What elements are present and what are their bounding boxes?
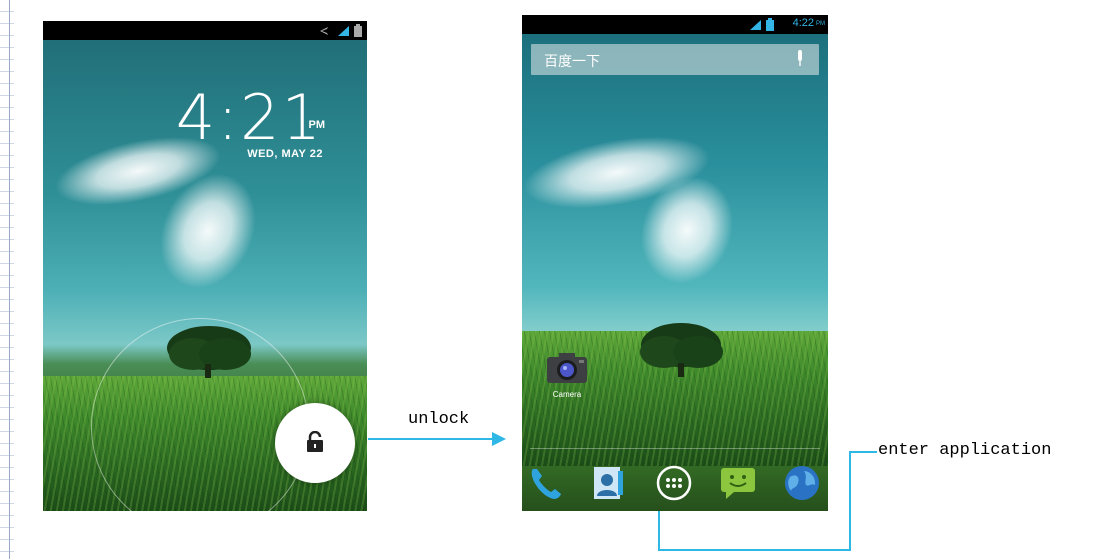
lock-clock-ampm: PM bbox=[308, 119, 326, 131]
home-screen: 4:22 PM 百度一下 Camera bbox=[522, 15, 828, 511]
app-drawer-icon[interactable] bbox=[654, 463, 694, 503]
camera-label: Camera bbox=[552, 390, 582, 399]
lock-date: WED, MAY 22 bbox=[247, 148, 323, 160]
ruler-margin bbox=[0, 0, 14, 559]
dock-divider bbox=[530, 448, 820, 449]
connector-up bbox=[849, 451, 851, 551]
phone-icon[interactable] bbox=[526, 463, 566, 503]
unlock-annotation: unlock bbox=[408, 410, 470, 429]
lock-screen: 4:21 PM WED, MAY 22 bbox=[43, 21, 367, 511]
messaging-icon[interactable] bbox=[718, 463, 758, 503]
connector-bottom bbox=[658, 549, 851, 551]
battery-icon bbox=[354, 24, 362, 37]
search-placeholder: 百度一下 bbox=[544, 53, 600, 69]
dock bbox=[522, 455, 828, 511]
contacts-icon[interactable] bbox=[588, 463, 628, 503]
browser-icon[interactable] bbox=[782, 463, 822, 503]
status-bar bbox=[43, 21, 367, 40]
connector-to-label bbox=[849, 451, 877, 453]
connector-down bbox=[658, 511, 660, 551]
signal-icon bbox=[338, 26, 349, 36]
battery-icon bbox=[766, 18, 774, 31]
camera-app[interactable]: Camera bbox=[544, 353, 590, 399]
status-clock-ampm: PM bbox=[816, 21, 825, 27]
status-clock: 4:22 bbox=[792, 17, 814, 29]
wallpaper-tree bbox=[640, 323, 723, 377]
unlock-arrow-head bbox=[492, 432, 506, 446]
enter-application-annotation: enter application bbox=[878, 441, 1052, 460]
microphone-icon[interactable] bbox=[795, 50, 805, 68]
search-bar[interactable]: 百度一下 bbox=[531, 44, 819, 75]
signal-icon bbox=[750, 20, 761, 30]
lock-clock: 4:21 bbox=[175, 81, 323, 154]
camera-icon bbox=[547, 353, 587, 383]
unlocked-padlock-icon bbox=[307, 431, 323, 452]
unlock-arrow-line bbox=[368, 438, 496, 440]
status-bar: 4:22 PM bbox=[522, 15, 828, 34]
unlock-handle[interactable] bbox=[275, 403, 355, 483]
airplane-mode-icon bbox=[320, 27, 328, 35]
